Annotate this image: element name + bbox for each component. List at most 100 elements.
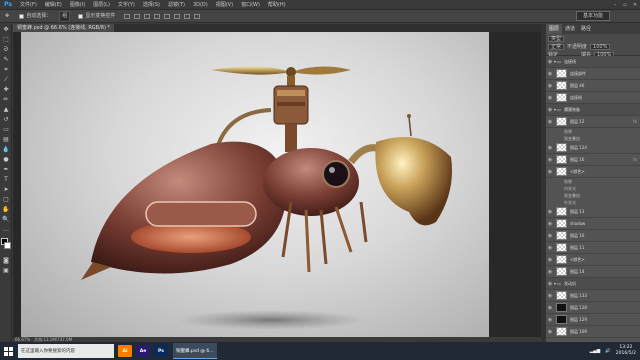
screen-mode-icon[interactable]: ▣	[1, 266, 11, 275]
layer-filter-dropdown[interactable]: 类型	[548, 35, 565, 42]
visibility-eye-icon[interactable]: ◉	[546, 257, 554, 263]
visibility-eye-icon[interactable]: ◉	[546, 71, 554, 77]
folder-icon[interactable]: ▾ ▭	[554, 107, 561, 112]
layer-row[interactable]: ◉ 图层 109	[546, 326, 640, 338]
type-tool-icon[interactable]: T	[1, 175, 11, 184]
align-bottom-icon[interactable]	[144, 13, 151, 19]
layer-row[interactable]: ◉ 连接部件	[546, 68, 640, 80]
visibility-eye-icon[interactable]: ◉	[546, 245, 554, 251]
align-buttons[interactable]	[124, 13, 201, 19]
layer-effect[interactable]: 效果	[546, 178, 640, 185]
illustrator-icon[interactable]: Ai	[118, 345, 132, 357]
move-tool-icon[interactable]: ✥	[1, 25, 11, 34]
layer-effect[interactable]: 外发光	[546, 199, 640, 206]
layer-effect[interactable]: 内发光	[546, 185, 640, 192]
layer-row[interactable]: ◉ 图层 124	[546, 142, 640, 154]
lasso-tool-icon[interactable]: ᘐ	[1, 45, 11, 54]
photoshop-icon[interactable]: Ps	[154, 345, 168, 357]
volume-icon[interactable]: 🔊	[605, 349, 611, 354]
menu-help[interactable]: 帮助(H)	[264, 0, 290, 10]
layer-row[interactable]: ◉ 图层 129	[546, 314, 640, 326]
distribute-h-icon[interactable]	[194, 13, 201, 19]
layer-effect[interactable]: 渐变叠加	[546, 135, 640, 142]
after-effects-icon[interactable]: Ae	[136, 345, 150, 357]
color-swatches[interactable]	[1, 238, 11, 252]
layer-row[interactable]: ◉ 图层 13	[546, 206, 640, 218]
maximize-icon[interactable]: ▫	[620, 0, 630, 10]
layer-effect[interactable]: 效果	[546, 128, 640, 135]
layer-group[interactable]: ◉ ▾ ▭ 连接线	[546, 56, 640, 68]
visibility-eye-icon[interactable]: ◉	[546, 83, 554, 89]
visibility-eye-icon[interactable]: ◉	[546, 119, 554, 125]
visibility-eye-icon[interactable]: ◉	[546, 209, 554, 215]
document-canvas[interactable]	[21, 32, 489, 337]
windows-start-icon[interactable]	[0, 342, 16, 360]
menu-layer[interactable]: 图层(L)	[89, 0, 114, 10]
visibility-eye-icon[interactable]: ◉	[546, 305, 554, 311]
layer-row[interactable]: ◉ 图层 11	[546, 242, 640, 254]
fx-icon[interactable]: fx	[633, 157, 637, 162]
align-right-icon[interactable]	[174, 13, 181, 19]
layer-row[interactable]: ◉ 图层 12 fx	[546, 116, 640, 128]
document-tab[interactable]: 铜蜜蜂.psd @ 66.6% (连接线, RGB/8) *	[13, 24, 115, 32]
folder-icon[interactable]: ▾ ▭	[554, 281, 561, 286]
folder-icon[interactable]: ▾ ▭	[554, 59, 561, 64]
visibility-eye-icon[interactable]: ◉	[546, 157, 554, 163]
align-center-icon[interactable]	[164, 13, 171, 19]
align-left-icon[interactable]	[154, 13, 161, 19]
menu-view[interactable]: 视图(V)	[212, 0, 237, 10]
brush-tool-icon[interactable]: ✏	[1, 95, 11, 104]
stamp-tool-icon[interactable]: ▲	[1, 105, 11, 114]
blur-tool-icon[interactable]: 💧	[1, 145, 11, 154]
distribute-icon[interactable]	[184, 13, 191, 19]
visibility-eye-icon[interactable]: ◉	[546, 317, 554, 323]
tab-channels[interactable]: 通道	[562, 24, 578, 34]
layer-row[interactable]: ◉ 图层 46	[546, 80, 640, 92]
menu-type[interactable]: 文字(Y)	[114, 0, 139, 10]
layer-row[interactable]: ◉ shadow	[546, 218, 640, 230]
shape-tool-icon[interactable]: ▢	[1, 195, 11, 204]
menu-window[interactable]: 窗口(W)	[237, 0, 264, 10]
layer-row[interactable]: ◉ 图层 10	[546, 230, 640, 242]
pen-tool-icon[interactable]: ✒	[1, 165, 11, 174]
show-transform-checkbox[interactable]: 显示变换控件	[76, 12, 117, 21]
layer-row[interactable]: ◉ 图层 16 fx	[546, 154, 640, 166]
menu-filter[interactable]: 滤镜(T)	[164, 0, 189, 10]
layer-row[interactable]: ◉ <颜色>	[546, 166, 640, 178]
visibility-eye-icon[interactable]: ◉	[546, 145, 554, 151]
network-icon[interactable]: ▂▄▆	[590, 349, 600, 354]
menu-3d[interactable]: 3D(D)	[189, 0, 212, 10]
visibility-eye-icon[interactable]: ◉	[546, 233, 554, 239]
layer-group[interactable]: ◉ ▾ ▭ 翼膜装备	[546, 104, 640, 116]
crop-tool-icon[interactable]: ⌗	[1, 65, 11, 74]
taskbar-search-input[interactable]: 在这里输入你要搜索的内容	[18, 344, 114, 358]
menu-file[interactable]: 文件(F)	[16, 0, 41, 10]
gradient-tool-icon[interactable]: ▤	[1, 135, 11, 144]
dodge-tool-icon[interactable]: ●	[1, 155, 11, 164]
minimize-icon[interactable]: –	[610, 0, 620, 10]
layer-row[interactable]: ◉ 图层 128	[546, 302, 640, 314]
visibility-eye-icon[interactable]: ◉	[546, 221, 554, 227]
menu-edit[interactable]: 编辑(E)	[41, 0, 66, 10]
quick-select-tool-icon[interactable]: ✎	[1, 55, 11, 64]
layer-row[interactable]: ◉ 图层 14	[546, 266, 640, 278]
healing-tool-icon[interactable]: ✚	[1, 85, 11, 94]
history-brush-tool-icon[interactable]: ↺	[1, 115, 11, 124]
more-tools-icon[interactable]: …	[1, 225, 11, 234]
path-select-tool-icon[interactable]: ➤	[1, 185, 11, 194]
visibility-eye-icon[interactable]: ◉	[546, 95, 554, 101]
visibility-eye-icon[interactable]: ◉	[546, 293, 554, 299]
auto-select-dropdown[interactable]: 组	[59, 10, 71, 22]
zoom-tool-icon[interactable]: 🔍	[1, 215, 11, 224]
visibility-eye-icon[interactable]: ◉	[546, 59, 554, 65]
eraser-tool-icon[interactable]: ▭	[1, 125, 11, 134]
auto-select-checkbox[interactable]: 自动选择：	[17, 12, 53, 21]
layer-row[interactable]: ◉ <颜色>	[546, 254, 640, 266]
close-icon[interactable]: ✕	[630, 0, 640, 10]
hand-tool-icon[interactable]: ✋	[1, 205, 11, 214]
quick-mask-icon[interactable]: ◙	[1, 256, 11, 265]
layer-row[interactable]: ◉ 连接线	[546, 92, 640, 104]
visibility-eye-icon[interactable]: ◉	[546, 269, 554, 275]
layer-row[interactable]: ◉ 图层 133	[546, 290, 640, 302]
canvas-area[interactable]	[13, 32, 541, 337]
